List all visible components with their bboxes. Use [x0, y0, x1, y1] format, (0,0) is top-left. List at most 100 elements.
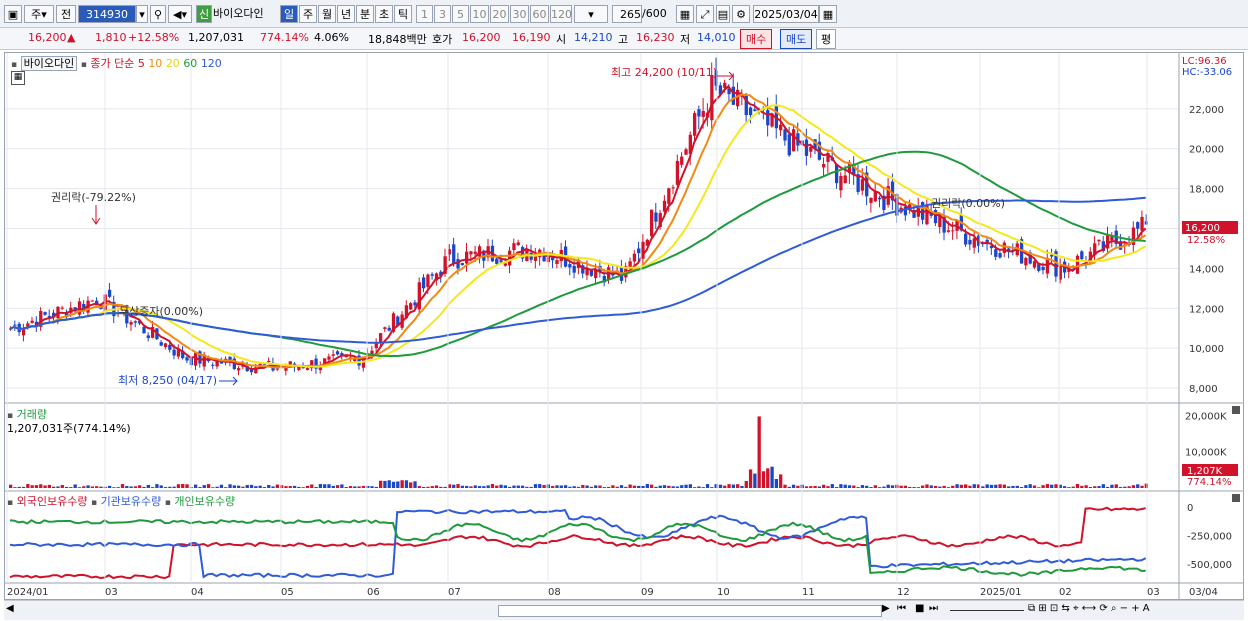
interval-1[interactable]: 1: [416, 5, 433, 23]
interval-5[interactable]: 5: [452, 5, 469, 23]
candle-body: [637, 248, 641, 254]
volume-bar: [1123, 486, 1127, 488]
draw-tool-icon[interactable]: ⤢: [696, 5, 714, 23]
volume-bar: [512, 485, 516, 488]
period-tick[interactable]: 틱: [394, 5, 412, 23]
gear-icon[interactable]: ⚙: [732, 5, 750, 23]
market-select[interactable]: 주▾: [24, 5, 54, 23]
candle-body: [809, 147, 813, 152]
period-month[interactable]: 월: [318, 5, 336, 23]
chart-area[interactable]: 22,00020,00018,00016,00014,00012,00010,0…: [4, 52, 1244, 600]
volume-bar: [254, 486, 258, 488]
holder-marker-icon: ▪: [7, 498, 14, 508]
candle-body: [951, 230, 955, 232]
scrollbar[interactable]: ◀ ▶ ⏮ ■ ⏭ ⧉ ⊞ ⊡ ⇆ ⌖ ⟷ ⟳ ⌕ − + A: [4, 600, 1244, 620]
volume-bar: [477, 486, 482, 488]
volume-bar: [1110, 484, 1114, 488]
volume-bar: [1067, 487, 1071, 488]
volume-bar: [452, 484, 456, 488]
quote-change: 1,810: [95, 31, 127, 44]
ma60-line: [9, 150, 1146, 358]
scroll-start-icon[interactable]: ⏮: [897, 603, 906, 614]
volume-bar: [503, 485, 508, 488]
volume-bar: [908, 486, 912, 488]
prev-button[interactable]: 전: [56, 5, 76, 23]
candle-body: [275, 368, 280, 370]
search-icon[interactable]: ⚲: [150, 5, 166, 23]
period-minute[interactable]: 분: [356, 5, 374, 23]
stock-code-input[interactable]: 314930: [78, 5, 136, 23]
volume-bar: [890, 485, 895, 488]
date-input[interactable]: 2025/03/04: [753, 5, 819, 23]
quote-open: 14,210: [574, 31, 613, 44]
holder-individual[interactable]: 개인보유수량: [174, 495, 235, 508]
holder-panel-close-icon[interactable]: [1232, 494, 1240, 502]
buy-button[interactable]: 매수: [740, 29, 773, 49]
lc-label: LC:96.36: [1182, 56, 1227, 67]
toolbar-tools-icon[interactable]: ⧉ ⊞ ⊡ ⇆ ⌖ ⟷ ⟳ ⌕ − + A: [1028, 603, 1150, 614]
volume-bar: [361, 485, 366, 488]
volume-bar: [813, 485, 817, 488]
holder-foreign[interactable]: 외국인보유수량: [17, 495, 88, 508]
period-year[interactable]: 년: [337, 5, 355, 23]
candle-body: [985, 239, 989, 243]
x-tick-3: 05: [281, 587, 294, 598]
volume-panel-close-icon[interactable]: [1232, 406, 1240, 414]
volume-bar: [176, 484, 181, 488]
calendar-icon[interactable]: ▦: [819, 5, 837, 23]
volume-bar: [482, 486, 486, 488]
volume-bar: [710, 487, 714, 488]
volume-bar: [697, 486, 701, 488]
volume-bar: [396, 481, 400, 488]
holder-institution[interactable]: 기관보유수량: [101, 495, 162, 508]
volume-bar: [64, 486, 69, 488]
volume-bar: [783, 484, 787, 488]
code-dropdown-icon[interactable]: ▾: [136, 5, 148, 23]
volume-bar: [602, 487, 606, 488]
interval-20[interactable]: 20: [490, 5, 509, 23]
volume-bar: [1140, 485, 1144, 488]
volume-bar: [641, 486, 645, 488]
interval-dropdown[interactable]: ▾: [574, 5, 608, 23]
window-menu-icon[interactable]: ▣: [4, 5, 22, 23]
legend-ma-title[interactable]: 종가 단순: [90, 57, 134, 70]
interval-3[interactable]: 3: [434, 5, 451, 23]
interval-120[interactable]: 120: [550, 5, 572, 23]
legend-stock-name[interactable]: 바이오다인: [20, 56, 78, 71]
volume-bar: [224, 487, 228, 488]
volume-bar: [39, 484, 43, 488]
interval-60[interactable]: 60: [530, 5, 549, 23]
eval-button[interactable]: 평: [816, 29, 837, 49]
save-icon[interactable]: ▤: [716, 5, 730, 23]
scroll-left-icon[interactable]: ◀: [6, 603, 14, 614]
speaker-icon[interactable]: ◀▾: [168, 5, 192, 23]
scroll-right-icon[interactable]: ▶: [882, 603, 890, 614]
grid-toggle-icon[interactable]: ▦: [11, 71, 25, 85]
volume-bar: [9, 484, 13, 488]
volume-bar: [873, 485, 877, 488]
interval-30[interactable]: 30: [510, 5, 529, 23]
high-arrow-icon: [717, 71, 734, 81]
volume-tick-1: 10,000K: [1185, 448, 1227, 459]
volume-bar: [129, 486, 133, 488]
scroll-end-icon[interactable]: ⏭: [929, 603, 938, 614]
interval-10[interactable]: 10: [470, 5, 489, 23]
sell-button[interactable]: 매도: [780, 29, 813, 49]
scroll-thumb[interactable]: [498, 605, 882, 617]
quote-high: 16,230: [636, 31, 675, 44]
volume-bar: [658, 485, 662, 488]
candle-body: [1110, 236, 1114, 241]
chart-type-icon[interactable]: ▦: [676, 5, 694, 23]
stop-icon[interactable]: ■: [915, 603, 924, 614]
zoom-slider[interactable]: [950, 610, 1024, 611]
volume-bar: [95, 486, 99, 488]
period-second[interactable]: 초: [375, 5, 393, 23]
candle-body: [430, 274, 434, 276]
period-day[interactable]: 일: [280, 5, 298, 23]
candle-body: [142, 326, 146, 334]
volume-bar: [912, 487, 916, 488]
x-tick-13: 03: [1147, 587, 1160, 598]
count-input[interactable]: 265: [612, 5, 642, 23]
volume-bar: [232, 485, 236, 488]
period-week[interactable]: 주: [299, 5, 317, 23]
